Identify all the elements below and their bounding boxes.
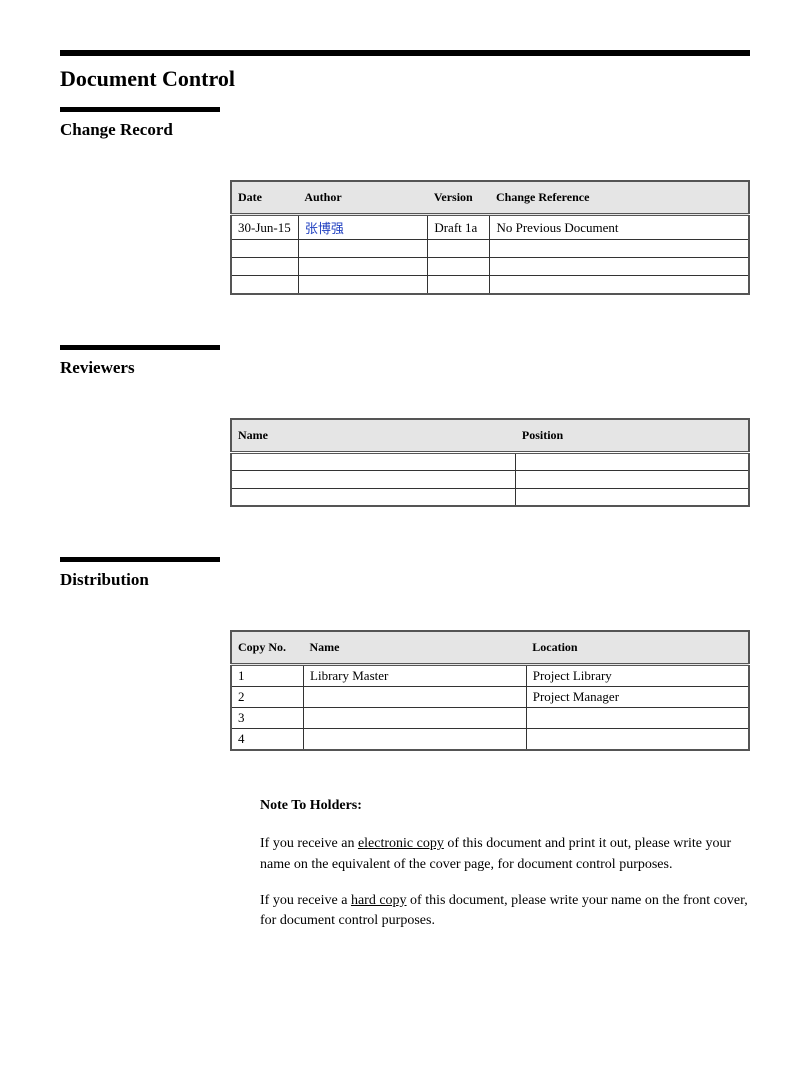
section-change-record: Change Record Date Author Version Change… — [60, 107, 750, 295]
note-title: Note To Holders: — [260, 796, 750, 816]
cell-location: Project Manager — [526, 687, 749, 708]
cell-change-ref — [490, 276, 749, 294]
col-change-ref: Change Reference — [490, 181, 749, 215]
top-rule — [60, 50, 750, 56]
table-row: 30-Jun-15 张博强 Draft 1a No Previous Docum… — [231, 215, 749, 240]
table-row: 4 — [231, 729, 749, 751]
cell-copy-no: 4 — [231, 729, 304, 751]
cell-copy-no: 3 — [231, 708, 304, 729]
cell-change-ref — [490, 240, 749, 258]
table-row: 3 — [231, 708, 749, 729]
cell-author — [298, 240, 428, 258]
cell-location — [526, 729, 749, 751]
cell-name — [304, 729, 527, 751]
note-text: If you receive a — [260, 893, 351, 908]
section-rule — [60, 345, 220, 350]
col-location: Location — [526, 631, 749, 665]
note-para-1: If you receive an electronic copy of thi… — [260, 834, 750, 875]
cell-version — [428, 240, 490, 258]
distribution-table: Copy No. Name Location 1 Library Master … — [230, 630, 750, 751]
cell-version — [428, 258, 490, 276]
cell-copy-no: 2 — [231, 687, 304, 708]
col-position: Position — [516, 419, 749, 453]
cell-change-ref — [490, 258, 749, 276]
note-para-2: If you receive a hard copy of this docum… — [260, 891, 750, 932]
note-text: If you receive an — [260, 836, 358, 851]
col-name: Name — [231, 419, 516, 453]
section-distribution: Distribution Copy No. Name Location 1 L — [60, 557, 750, 931]
note-underline: hard copy — [351, 893, 407, 908]
heading-change-record: Change Record — [60, 120, 750, 140]
cell-version — [428, 276, 490, 294]
col-date: Date — [231, 181, 298, 215]
col-name: Name — [304, 631, 527, 665]
cell-date: 30-Jun-15 — [231, 215, 298, 240]
cell-date — [231, 276, 298, 294]
cell-name — [231, 452, 516, 470]
cell-location: Project Library — [526, 665, 749, 687]
cell-name — [304, 687, 527, 708]
table-row — [231, 452, 749, 470]
cell-date — [231, 240, 298, 258]
section-rule — [60, 557, 220, 562]
cell-position — [516, 488, 749, 506]
section-reviewers: Reviewers Name Position — [60, 345, 750, 508]
table-row — [231, 258, 749, 276]
cell-copy-no: 1 — [231, 665, 304, 687]
section-rule — [60, 107, 220, 112]
cell-author — [298, 258, 428, 276]
reviewers-table: Name Position — [230, 418, 750, 508]
col-author: Author — [298, 181, 428, 215]
cell-position — [516, 470, 749, 488]
table-row — [231, 470, 749, 488]
note-underline: electronic copy — [358, 836, 444, 851]
table-row — [231, 276, 749, 294]
note-to-holders: Note To Holders: If you receive an elect… — [260, 796, 750, 931]
heading-reviewers: Reviewers — [60, 358, 750, 378]
table-row: 1 Library Master Project Library — [231, 665, 749, 687]
cell-author: 张博强 — [298, 215, 428, 240]
col-version: Version — [428, 181, 490, 215]
cell-name — [231, 470, 516, 488]
cell-name — [231, 488, 516, 506]
cell-location — [526, 708, 749, 729]
heading-distribution: Distribution — [60, 570, 750, 590]
cell-author — [298, 276, 428, 294]
page-title: Document Control — [60, 66, 750, 92]
col-copy-no: Copy No. — [231, 631, 304, 665]
cell-name: Library Master — [304, 665, 527, 687]
cell-date — [231, 258, 298, 276]
cell-change-ref: No Previous Document — [490, 215, 749, 240]
change-record-table: Date Author Version Change Reference 30-… — [230, 180, 750, 295]
cell-name — [304, 708, 527, 729]
table-row: 2 Project Manager — [231, 687, 749, 708]
cell-version: Draft 1a — [428, 215, 490, 240]
table-row — [231, 240, 749, 258]
author-link[interactable]: 张博强 — [305, 221, 344, 236]
table-row — [231, 488, 749, 506]
cell-position — [516, 452, 749, 470]
